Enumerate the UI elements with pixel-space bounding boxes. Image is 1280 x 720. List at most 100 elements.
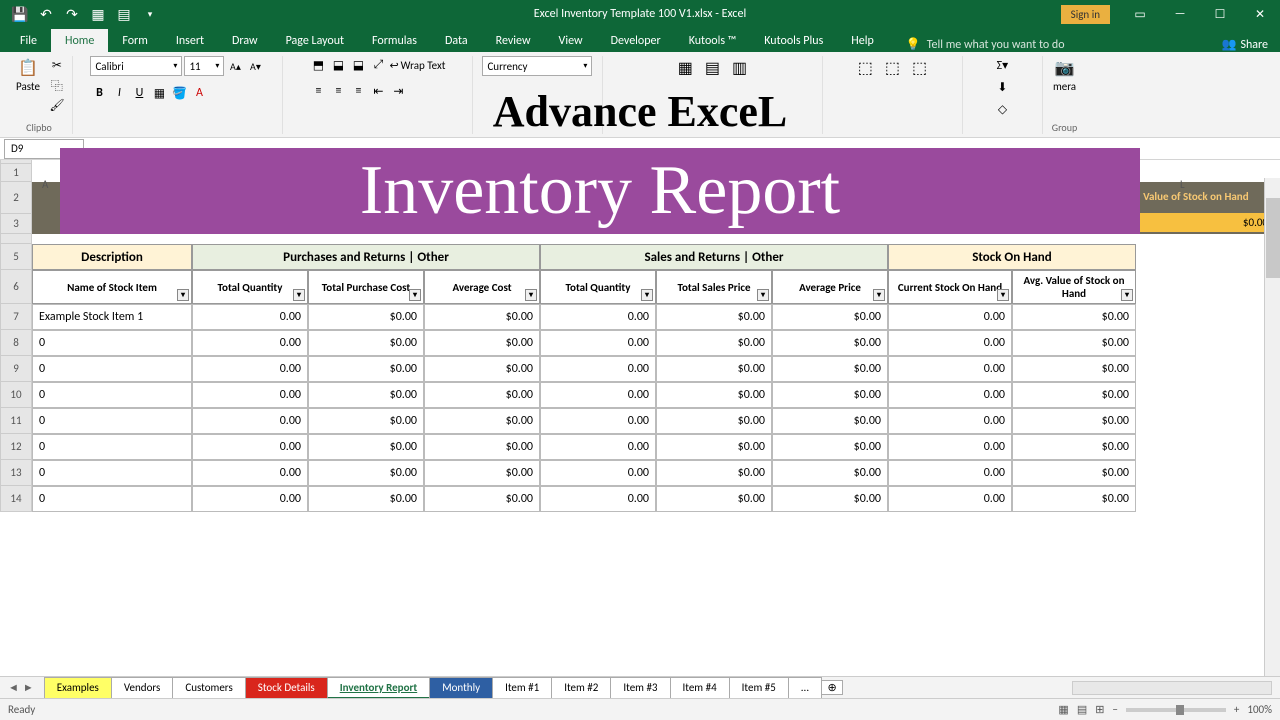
cell-value[interactable]: $0.00 [308,330,424,356]
row-header[interactable]: 12 [0,434,32,460]
conditional-formatting-button[interactable]: ▦ [674,56,697,80]
zoom-out-icon[interactable]: − [1112,703,1117,716]
undo-icon[interactable]: ↶ [34,4,58,24]
cell-value[interactable]: $0.00 [772,486,888,512]
cell-value[interactable]: 0.00 [192,304,308,330]
align-top-icon[interactable]: ⬒ [309,56,327,74]
cell-value[interactable]: $0.00 [424,382,540,408]
cell-description[interactable]: 0 [32,460,192,486]
orientation-icon[interactable]: ⤢ [369,56,387,74]
decrease-font-icon[interactable]: A▾ [246,57,264,75]
cell-description[interactable]: Example Stock Item 1 [32,304,192,330]
align-center-icon[interactable]: ≡ [329,82,347,100]
border-icon[interactable]: ▦ [150,84,168,102]
row-header[interactable]: 10 [0,382,32,408]
table-row[interactable]: 00.00$0.00$0.000.00$0.00$0.000.00$0.00 [32,330,1280,356]
row-header[interactable]: 11 [0,408,32,434]
cell-value[interactable]: $0.00 [424,434,540,460]
bold-icon[interactable]: B [90,84,108,102]
signin-button[interactable]: Sign in [1061,5,1110,24]
filter-icon[interactable]: ▾ [641,289,653,301]
tab-page-layout[interactable]: Page Layout [272,29,358,52]
sheet-tab-item-3[interactable]: Item #3 [610,677,670,699]
cell-value[interactable]: 0.00 [192,330,308,356]
sheet-tab--[interactable]: ... [788,677,822,699]
tab-nav-next-icon[interactable]: ► [23,681,34,694]
cell-value[interactable]: $0.00 [656,304,772,330]
view-normal-icon[interactable]: ▦ [1058,703,1068,716]
close-icon[interactable]: ✕ [1240,0,1280,28]
redo-icon[interactable]: ↷ [60,4,84,24]
tell-me[interactable]: 💡Tell me what you want to do [906,37,1065,52]
cell-value[interactable]: 0.00 [192,486,308,512]
cell-value[interactable]: 0.00 [888,356,1012,382]
cell-value[interactable]: 0.00 [540,408,656,434]
table-row[interactable]: 00.00$0.00$0.000.00$0.00$0.000.00$0.00 [32,460,1280,486]
cell-value[interactable]: 0.00 [540,460,656,486]
tab-review[interactable]: Review [482,29,545,52]
tab-insert[interactable]: Insert [162,29,218,52]
tab-view[interactable]: View [545,29,597,52]
cell-value[interactable]: $0.00 [772,460,888,486]
tab-file[interactable]: File [6,29,51,52]
tab-formulas[interactable]: Formulas [358,29,431,52]
add-sheet-button[interactable]: ⊕ [821,680,843,695]
filter-icon[interactable]: ▾ [873,289,885,301]
cell-value[interactable]: $0.00 [424,304,540,330]
filter-icon[interactable]: ▾ [757,289,769,301]
cell-value[interactable]: 0.00 [888,330,1012,356]
cell-value[interactable]: $0.00 [1012,330,1136,356]
sheet-tab-customers[interactable]: Customers [172,677,245,699]
sheet-tab-vendors[interactable]: Vendors [111,677,173,699]
row-header[interactable]: 7 [0,304,32,330]
cell-value[interactable]: $0.00 [1012,356,1136,382]
delete-cells-button[interactable]: ⬚ [881,56,904,80]
sheet-tab-stock-details[interactable]: Stock Details [245,677,328,699]
cell-value[interactable]: 0.00 [888,382,1012,408]
table-row[interactable]: 00.00$0.00$0.000.00$0.00$0.000.00$0.00 [32,434,1280,460]
row-header[interactable]: 8 [0,330,32,356]
qat-icon-1[interactable]: ▦ [86,4,110,24]
share-button[interactable]: 👥Share [1221,37,1268,52]
cell-value[interactable]: $0.00 [1012,460,1136,486]
copy-icon[interactable]: ⿻ [48,76,66,94]
sheet-tab-examples[interactable]: Examples [44,677,112,699]
tab-home[interactable]: Home [51,29,108,52]
cell-value[interactable]: $0.00 [656,382,772,408]
cell-value[interactable]: 0.00 [888,304,1012,330]
cell-value[interactable]: $0.00 [656,486,772,512]
paste-button[interactable]: 📋 Paste [12,56,44,95]
view-break-icon[interactable]: ⊞ [1095,703,1104,716]
cell-value[interactable]: $0.00 [308,382,424,408]
row-header[interactable]: 2 [0,182,32,214]
cut-icon[interactable]: ✂ [48,56,66,74]
increase-font-icon[interactable]: A▴ [226,57,244,75]
zoom-in-icon[interactable]: + [1234,703,1239,716]
tab-draw[interactable]: Draw [218,29,272,52]
fill-icon[interactable]: ⬇ [993,78,1011,96]
table-row[interactable]: 00.00$0.00$0.000.00$0.00$0.000.00$0.00 [32,486,1280,512]
cell-value[interactable]: $0.00 [424,460,540,486]
cell-value[interactable]: $0.00 [772,434,888,460]
cell-value[interactable]: 0.00 [888,486,1012,512]
cell-value[interactable]: 0.00 [540,486,656,512]
table-row[interactable]: 00.00$0.00$0.000.00$0.00$0.000.00$0.00 [32,382,1280,408]
cell-value[interactable]: $0.00 [1012,382,1136,408]
sheet-tab-item-5[interactable]: Item #5 [729,677,789,699]
cell-value[interactable]: 0.00 [540,330,656,356]
cell-value[interactable]: $0.00 [308,486,424,512]
cell-value[interactable]: $0.00 [772,356,888,382]
underline-icon[interactable]: U [130,84,148,102]
filter-icon[interactable]: ▾ [1121,289,1133,301]
qat-more-icon[interactable]: ▾ [138,4,162,24]
zoom-level[interactable]: 100% [1247,703,1272,716]
minimize-icon[interactable]: — [1160,0,1200,28]
tab-data[interactable]: Data [431,29,482,52]
cell-value[interactable]: $0.00 [1012,304,1136,330]
cell-value[interactable]: 0.00 [192,434,308,460]
cell-value[interactable]: $0.00 [424,408,540,434]
format-painter-icon[interactable]: 🖌 [48,96,66,114]
maximize-icon[interactable]: ☐ [1200,0,1240,28]
cell-value[interactable]: 0.00 [192,460,308,486]
camera-button[interactable]: 📷mera [1049,56,1080,95]
